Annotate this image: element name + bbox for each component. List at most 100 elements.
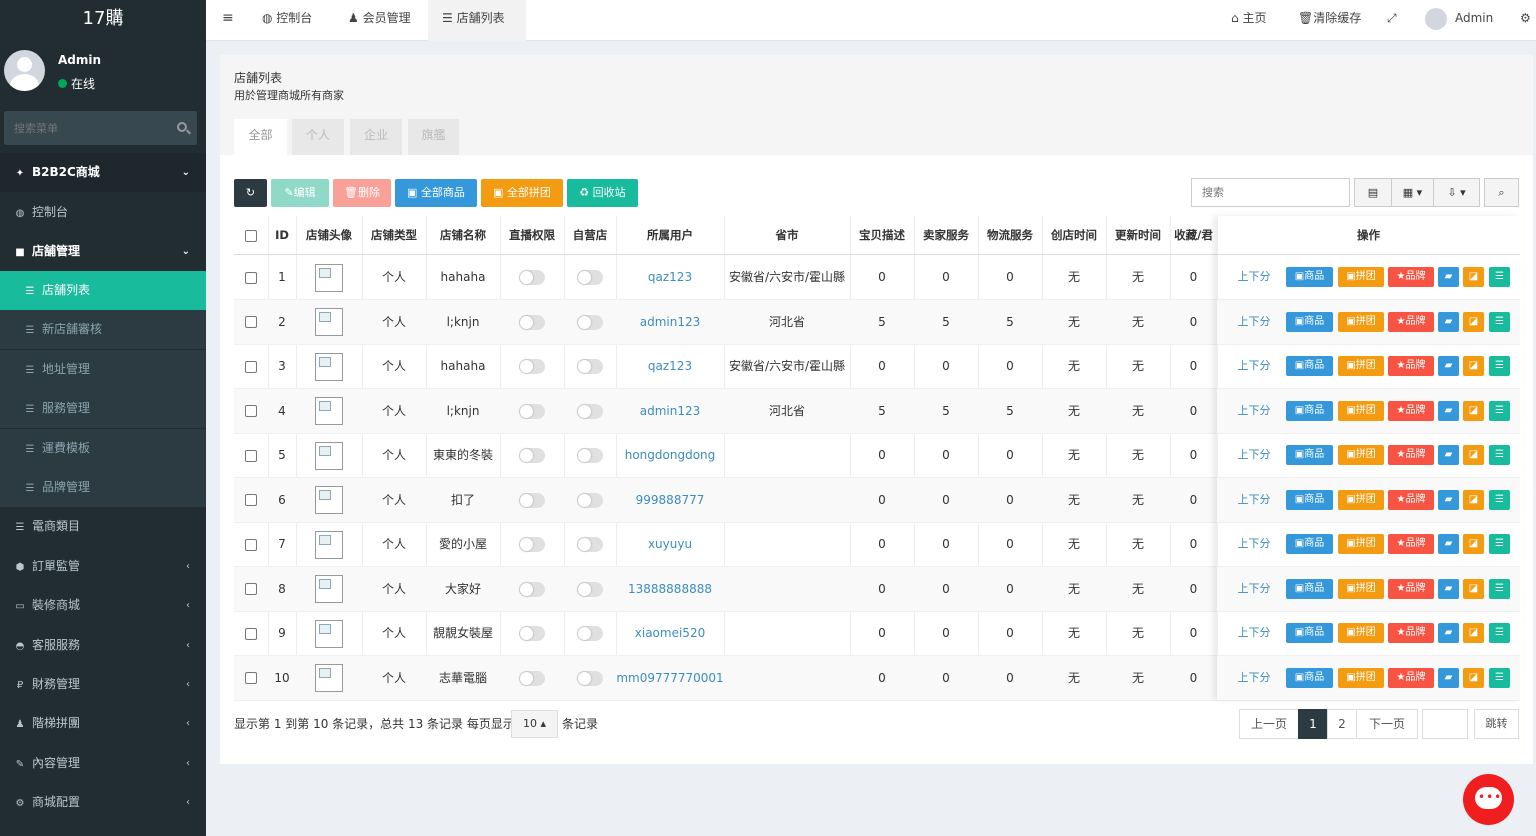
menu-toggle-icon[interactable]: ≡ (222, 0, 236, 41)
cell-user-link[interactable]: 999888777 (616, 478, 724, 523)
row-checkbox[interactable] (234, 389, 268, 434)
filter-tab-personal[interactable]: 个人 (292, 119, 344, 155)
columns-dropdown[interactable]: ▦ ▾ (1391, 178, 1434, 207)
clear-cache-button[interactable]: 🗑清除缓存 (1298, 0, 1368, 41)
select-all-checkbox[interactable] (234, 216, 268, 254)
self-operated-toggle[interactable] (564, 389, 616, 434)
live-permission-toggle[interactable] (500, 344, 564, 389)
self-operated-toggle[interactable] (564, 344, 616, 389)
sidebar-item[interactable]: ☰ 地址管理 (0, 350, 206, 389)
row-checkbox[interactable] (234, 344, 268, 389)
toggle-switch-icon[interactable] (519, 270, 545, 285)
filter-tab-enterprise[interactable]: 企业 (350, 119, 402, 155)
column-header[interactable]: 创店时间 (1042, 216, 1106, 254)
sidebar-item[interactable]: ◍ 控制台 (0, 193, 206, 232)
toggle-switch-icon[interactable] (519, 448, 545, 463)
toggle-switch-icon[interactable] (577, 492, 603, 508)
column-header[interactable]: 物流服务 (978, 216, 1042, 254)
jump-button[interactable]: 跳转 (1474, 709, 1519, 739)
toggle-switch-icon[interactable] (519, 670, 545, 686)
column-header[interactable]: 店铺类型 (362, 216, 426, 254)
edit-button[interactable]: ✎编辑 (271, 179, 329, 207)
row-checkbox[interactable] (234, 656, 268, 701)
self-operated-toggle[interactable] (564, 478, 616, 523)
sidebar-item[interactable]: ₽ 財務管理 ‹ (0, 665, 206, 704)
sidebar-item[interactable]: ☰ 服務管理 (0, 389, 206, 428)
live-permission-toggle[interactable] (500, 478, 564, 523)
prev-page-button[interactable]: 上一页 (1239, 709, 1299, 739)
refresh-button[interactable]: ↻ (234, 179, 267, 207)
recycle-bin-button[interactable]: ♻ 回收站 (567, 179, 638, 207)
chat-bubble-icon[interactable] (1463, 774, 1514, 825)
export-dropdown[interactable]: ⇩ ▾ (1433, 178, 1480, 207)
admin-menu[interactable]: Admin (1425, 0, 1515, 41)
app-logo[interactable]: 17購 (0, 0, 206, 38)
toggle-switch-icon[interactable] (519, 403, 545, 419)
sidebar-item[interactable]: ☰ 運費模板 (0, 429, 206, 468)
live-permission-toggle[interactable] (500, 522, 564, 567)
filter-tab-flagship[interactable]: 旗艦 (408, 119, 459, 155)
column-header[interactable]: ID (268, 216, 296, 254)
self-operated-toggle[interactable] (564, 522, 616, 567)
row-checkbox[interactable] (234, 567, 268, 612)
tab-members[interactable]: ♟ 会员管理 (348, 0, 424, 41)
column-header[interactable]: 省市 (724, 216, 850, 254)
sidebar-item[interactable]: ▭ 裝修商城 ‹ (0, 586, 206, 625)
tab-dashboard[interactable]: ◍ 控制台 (262, 0, 332, 41)
checkbox-icon[interactable] (245, 538, 257, 551)
checkbox-icon[interactable] (245, 672, 257, 684)
sidebar-item[interactable]: ✎ 內容管理 ‹ (0, 744, 206, 783)
checkbox-icon[interactable] (245, 316, 257, 328)
sidebar-item[interactable]: ✦ B2B2C商城 ⌄ (0, 153, 206, 192)
page-1-button[interactable]: 1 (1298, 709, 1328, 739)
sidebar-item[interactable]: ⚙ 商城配置 ‹ (0, 783, 206, 822)
toggle-switch-icon[interactable] (577, 270, 603, 285)
checkbox-icon[interactable] (245, 229, 257, 242)
cell-user-link[interactable]: xuyuyu (616, 522, 724, 567)
checkbox-icon[interactable] (245, 271, 257, 284)
column-header[interactable]: 直播权限 (500, 216, 564, 254)
row-checkbox[interactable] (234, 433, 268, 478)
checkbox-icon[interactable] (245, 449, 257, 462)
toggle-switch-icon[interactable] (577, 626, 603, 641)
search-icon[interactable] (177, 122, 187, 132)
cell-user-link[interactable]: mm09777770001 (616, 656, 724, 701)
self-operated-toggle[interactable] (564, 300, 616, 345)
delete-button[interactable]: 🗑删除 (333, 179, 391, 207)
row-checkbox[interactable] (234, 478, 268, 523)
column-header[interactable]: 收藏/君 (1170, 216, 1217, 254)
advanced-search-button[interactable]: ⌕ (1484, 178, 1519, 207)
cell-user-link[interactable]: qaz123 (616, 255, 724, 300)
column-header[interactable]: 卖家服务 (914, 216, 978, 254)
page-size-dropdown[interactable]: 10 ▴ (511, 710, 558, 738)
column-header[interactable]: 宝贝描述 (850, 216, 914, 254)
live-permission-toggle[interactable] (500, 656, 564, 701)
live-permission-toggle[interactable] (500, 255, 564, 300)
all-products-button[interactable]: ▣ 全部商品 (395, 179, 477, 207)
checkbox-icon[interactable] (245, 627, 257, 640)
sidebar-item[interactable]: ☰ 店舗列表 (0, 271, 206, 310)
tab-store-list[interactable]: ☰ 店舗列表 (428, 0, 526, 41)
live-permission-toggle[interactable] (500, 567, 564, 612)
toggle-switch-icon[interactable] (519, 537, 545, 552)
self-operated-toggle[interactable] (564, 567, 616, 612)
next-page-button[interactable]: 下一页 (1356, 709, 1418, 739)
home-link[interactable]: ⌂ 主页 (1231, 0, 1279, 41)
live-permission-toggle[interactable] (500, 389, 564, 434)
cell-user-link[interactable]: 13888888888 (616, 567, 724, 612)
cell-user-link[interactable]: xiaomei520 (616, 611, 724, 656)
toggle-switch-icon[interactable] (577, 448, 603, 463)
toggle-switch-icon[interactable] (519, 626, 545, 641)
cell-user-link[interactable]: admin123 (616, 300, 724, 345)
filter-tab-all[interactable]: 全部 (234, 119, 287, 155)
gears-icon[interactable]: ⚙ (1520, 0, 1534, 41)
column-header[interactable]: 店铺头像 (296, 216, 362, 254)
checkbox-icon[interactable] (245, 583, 257, 595)
toggle-switch-icon[interactable] (519, 359, 545, 374)
toggle-switch-icon[interactable] (577, 537, 603, 552)
toggle-switch-icon[interactable] (519, 492, 545, 508)
checkbox-icon[interactable] (245, 405, 257, 417)
live-permission-toggle[interactable] (500, 300, 564, 345)
toggle-switch-icon[interactable] (577, 314, 603, 330)
live-permission-toggle[interactable] (500, 433, 564, 478)
